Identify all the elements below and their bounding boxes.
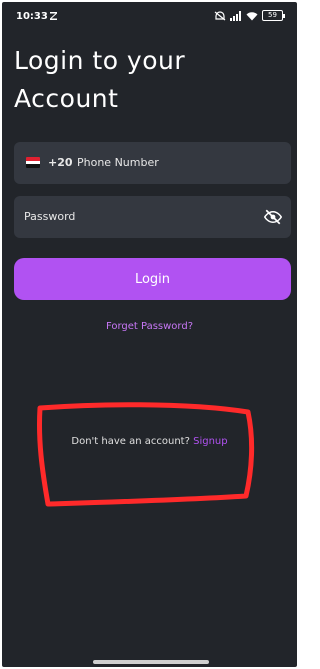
- muted-icon: [214, 10, 226, 20]
- signup-prompt-text: Don't have an account?: [71, 436, 190, 447]
- country-dial-code[interactable]: +20: [48, 156, 73, 169]
- password-field[interactable]: Password: [14, 196, 291, 238]
- forgot-password-link[interactable]: Forget Password?: [2, 321, 297, 332]
- wifi-icon: [246, 11, 258, 20]
- status-icons: 59: [214, 10, 285, 21]
- signup-prompt: Don't have an account? Signup: [2, 436, 297, 447]
- signup-link[interactable]: Signup: [193, 436, 228, 447]
- app-screen: 10:33 59 Login to your Account +20 Phone…: [2, 2, 297, 667]
- battery-icon: 59: [262, 10, 285, 21]
- home-indicator[interactable]: [93, 660, 209, 664]
- password-placeholder[interactable]: Password: [24, 210, 75, 223]
- status-bar: 10:33 59: [2, 2, 297, 30]
- egypt-flag-icon[interactable]: [26, 157, 40, 168]
- signal-icon: [230, 10, 241, 21]
- phone-number-placeholder[interactable]: Phone Number: [77, 156, 159, 169]
- red-annotation-circle: [36, 402, 255, 507]
- status-time: 10:33: [16, 11, 48, 22]
- login-button[interactable]: Login: [14, 258, 291, 300]
- eye-off-icon[interactable]: [263, 208, 283, 226]
- phone-number-field[interactable]: +20 Phone Number: [14, 142, 291, 184]
- page-title: Login to your Account: [14, 46, 186, 113]
- message-icon: [49, 11, 58, 23]
